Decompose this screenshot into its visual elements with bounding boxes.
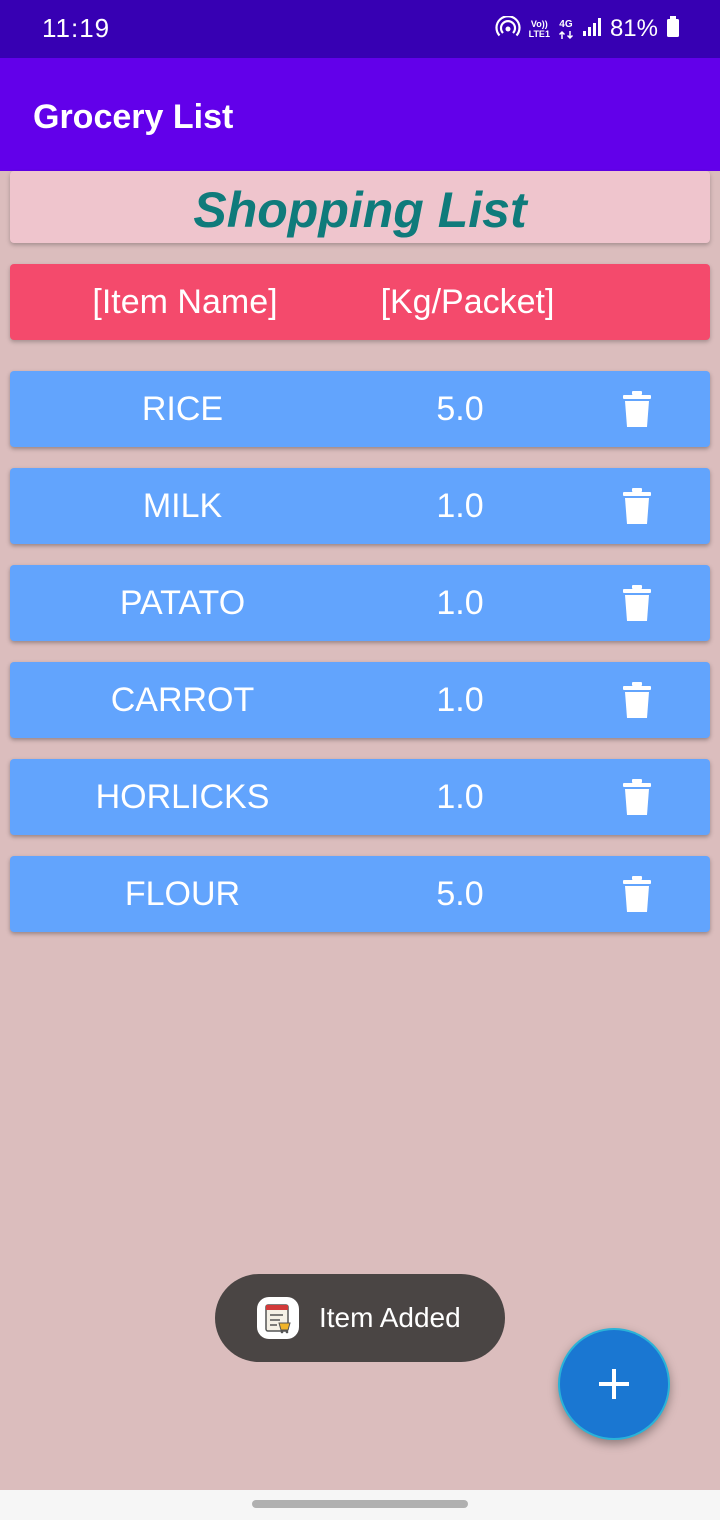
navigation-bar <box>0 1490 720 1520</box>
status-time: 11:19 <box>42 13 111 43</box>
data-arrows-icon: 4G <box>558 19 574 40</box>
add-item-button[interactable] <box>558 1328 670 1440</box>
item-name: FLOUR <box>124 874 241 913</box>
delete-button[interactable] <box>616 485 658 527</box>
list-item: FLOUR 5.0 <box>10 856 710 932</box>
item-quantity: 5.0 <box>436 389 484 428</box>
header-item-name: [Item Name] <box>92 282 278 321</box>
trash-icon <box>623 876 651 912</box>
list-item: MILK 1.0 <box>10 468 710 544</box>
header-quantity: [Kg/Packet] <box>380 282 555 321</box>
signal-icon <box>582 17 602 42</box>
volte-icon: Vo)) LTE1 <box>529 19 550 39</box>
table-header: [Item Name] [Kg/Packet] <box>10 264 710 340</box>
list-item: HORLICKS 1.0 <box>10 759 710 835</box>
trash-icon <box>623 779 651 815</box>
list-item: RICE 5.0 <box>10 371 710 447</box>
item-list: RICE 5.0 MILK 1.0 PATATO 1.0 CARROT 1.0 … <box>10 371 710 953</box>
item-quantity: 1.0 <box>436 680 484 719</box>
item-quantity: 5.0 <box>436 874 484 913</box>
app-bar: Grocery List <box>0 58 720 171</box>
item-name: CARROT <box>110 680 255 719</box>
list-item: PATATO 1.0 <box>10 565 710 641</box>
delete-button[interactable] <box>616 582 658 624</box>
app-icon <box>257 1297 299 1339</box>
item-name: PATATO <box>119 583 246 622</box>
item-quantity: 1.0 <box>436 486 484 525</box>
heading-card: Shopping List <box>10 171 710 243</box>
battery-percent: 81% <box>609 15 658 42</box>
volte-label: Vo)) <box>530 19 548 29</box>
lte-label: LTE1 <box>528 29 550 39</box>
battery-icon <box>666 15 680 43</box>
trash-icon <box>623 488 651 524</box>
item-name: RICE <box>141 389 224 428</box>
list-item: CARROT 1.0 <box>10 662 710 738</box>
delete-button[interactable] <box>616 679 658 721</box>
item-quantity: 1.0 <box>436 777 484 816</box>
status-icons: Vo)) LTE1 4G 81% <box>495 14 680 44</box>
item-name: HORLICKS <box>95 777 270 816</box>
delete-button[interactable] <box>616 873 658 915</box>
delete-button[interactable] <box>616 776 658 818</box>
page-title: Shopping List <box>193 182 527 238</box>
toast-message: Item Added <box>319 1302 461 1333</box>
trash-icon <box>623 682 651 718</box>
network-type: 4G <box>559 18 573 30</box>
toast: Item Added <box>215 1274 505 1362</box>
app-title: Grocery List <box>33 98 234 136</box>
hotspot-icon <box>495 14 521 43</box>
delete-button[interactable] <box>616 388 658 430</box>
plus-icon <box>599 1369 629 1399</box>
trash-icon <box>623 391 651 427</box>
item-quantity: 1.0 <box>436 583 484 622</box>
home-gesture-handle[interactable] <box>252 1500 468 1508</box>
status-bar: 11:19 Vo)) LTE1 4G 81% <box>0 0 720 58</box>
item-name: MILK <box>142 486 223 525</box>
trash-icon <box>623 585 651 621</box>
